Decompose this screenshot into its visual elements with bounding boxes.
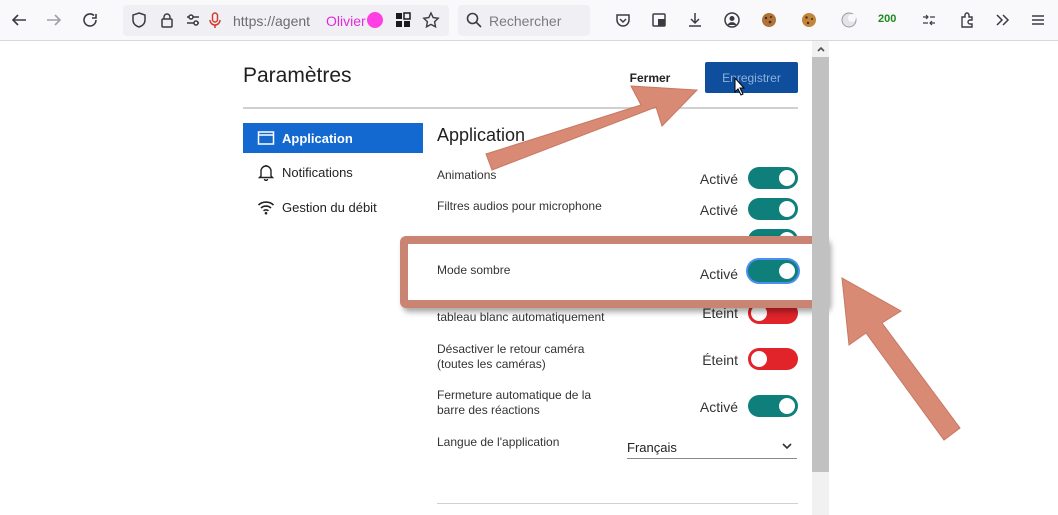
user-color-dot [367,12,383,28]
forward-arrow-icon[interactable] [42,8,66,32]
hamburger-menu-icon[interactable] [1026,8,1050,32]
wifi-icon [257,198,275,216]
chevron-down-icon [782,443,792,450]
setting-status: Activé [699,171,738,187]
lock-icon[interactable] [155,8,179,32]
url-user-badge: Olivier [326,13,368,29]
setting-status: Activé [699,266,738,282]
setting-label-dark-mode: Mode sombre [437,263,511,277]
cookie-editor-icon[interactable] [797,8,821,32]
nav-item-label: Gestion du débit [282,199,377,215]
nav-item-bandwidth[interactable]: Gestion du débit [243,192,423,222]
qr-code-icon[interactable] [391,8,415,32]
window-icon [257,129,275,147]
bell-icon [257,163,275,181]
setting-status: Activé [699,399,738,415]
setting-label-whiteboard: tableau blanc automatiquement [437,310,605,324]
download-icon[interactable] [683,8,707,32]
setting-label-animations: Animations [437,168,497,182]
section-divider [437,503,798,504]
extensions-puzzle-icon[interactable] [955,8,979,32]
toggle-camera-self-view[interactable] [748,348,798,370]
toggle-audio-filters[interactable] [748,198,798,220]
highlight-frame: Mode sombre Activé [400,236,828,308]
bookmark-star-icon[interactable] [419,8,443,32]
shield-icon[interactable] [127,8,151,32]
header-divider [243,107,798,109]
section-title: Application [437,125,526,145]
search-icon [462,8,486,32]
setting-status: Activé [699,202,738,218]
account-icon[interactable] [720,8,744,32]
url-bar[interactable]: https://agent Olivier [123,5,449,36]
cookie-extension-icon[interactable] [757,8,781,32]
search-input[interactable]: Rechercher [489,13,561,29]
nav-item-application[interactable]: Application [243,123,423,153]
nav-item-label: Notifications [282,164,353,180]
toggle-dark-mode[interactable] [748,260,798,282]
setting-label-camera-self-view: Désactiver le retour caméra (toutes les … [437,342,585,371]
extension-moon-icon[interactable] [837,8,861,32]
nav-item-notifications[interactable]: Notifications [243,157,423,187]
setting-label-reactions-bar: Fermeture automatique de la barre des ré… [437,388,592,417]
url-text[interactable]: https://agent [233,13,310,29]
close-button[interactable]: Fermer [620,67,680,89]
language-select[interactable]: Français [627,437,797,459]
permissions-icon[interactable] [181,8,205,32]
toggle-reactions-bar[interactable] [748,395,798,417]
status-code-badge[interactable]: 200 [878,13,896,25]
back-arrow-icon[interactable] [7,8,31,32]
language-label: Langue de l'application [437,435,560,449]
save-button[interactable]: Enregistrer [705,62,798,93]
setting-label-audio-filters: Filtres audios pour microphone [437,199,602,213]
microphone-icon[interactable] [203,8,227,32]
screenshot-icon[interactable] [647,8,671,32]
dev-tools-icon[interactable] [917,8,941,32]
reload-icon[interactable] [78,8,102,32]
page-title: Paramètres [243,64,352,87]
search-bar[interactable]: Rechercher [458,5,590,36]
browser-toolbar: https://agent Olivier Rechercher 200 [0,0,1058,41]
scroll-up-arrow-icon[interactable] [812,41,829,57]
nav-item-label: Application [282,130,353,146]
overflow-chevrons-icon[interactable] [990,8,1014,32]
toggle-animations[interactable] [748,167,798,189]
pocket-icon[interactable] [611,8,635,32]
scrollbar-thumb[interactable] [812,57,829,472]
setting-status: Éteint [702,352,738,368]
annotation-arrow-bottom [841,277,961,441]
language-value: Français [627,440,677,455]
